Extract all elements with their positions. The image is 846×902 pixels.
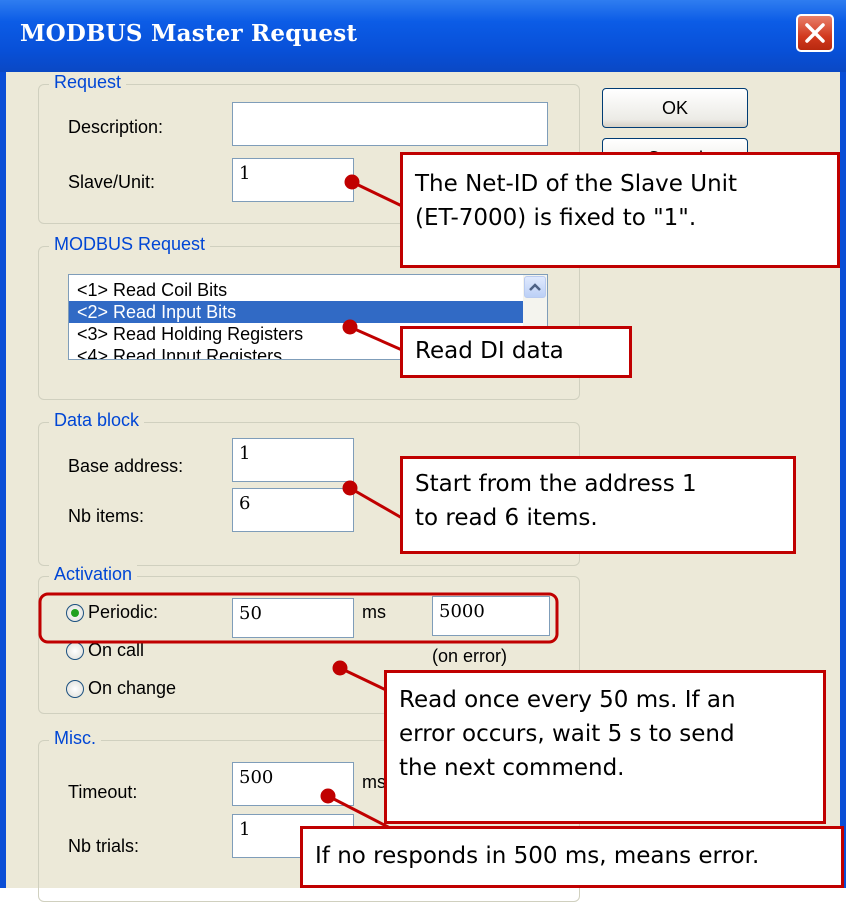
periodic-unit: ms (362, 602, 386, 622)
slave-unit-input[interactable]: 1 (232, 158, 354, 202)
timeout-label: Timeout: (68, 782, 138, 802)
on-error-label: (on error) (432, 646, 508, 666)
callout-net-id: The Net-ID of the Slave Unit (ET-7000) i… (400, 152, 840, 268)
scroll-up-button[interactable] (524, 276, 546, 298)
description-label: Description: (68, 117, 164, 137)
on-error-input[interactable]: 5000 (432, 596, 550, 636)
ok-button[interactable]: OK (602, 88, 748, 128)
base-address-label: Base address: (68, 456, 184, 476)
request-legend: Request (49, 72, 127, 93)
base-address-input[interactable]: 1 (232, 438, 354, 482)
nb-trials-label: Nb trials: (68, 836, 140, 856)
close-button[interactable] (796, 14, 834, 52)
radio-periodic-dot[interactable] (66, 603, 84, 622)
callout-net-id-line1: The Net-ID of the Slave Unit (415, 171, 738, 197)
periodic-input[interactable]: 50 (232, 598, 354, 638)
callout-period: Read once every 50 ms. If an error occur… (384, 670, 826, 824)
timeout-input[interactable]: 500 (232, 762, 354, 806)
activation-legend: Activation (49, 564, 138, 585)
data-block-legend: Data block (49, 410, 145, 431)
callout-read-di: Read DI data (400, 326, 632, 378)
radio-on-call-dot[interactable] (66, 641, 84, 660)
nb-items-label: Nb items: (68, 506, 145, 526)
callout-period-line3: the next commend. (399, 755, 625, 781)
window-title: MODBUS Master Request (20, 20, 358, 47)
ok-button-label: OK (661, 98, 688, 118)
radio-on-change-dot[interactable] (66, 679, 84, 698)
callout-period-line1: Read once every 50 ms. If an (399, 687, 736, 713)
list-item-selected[interactable]: <2> Read Input Bits (69, 301, 547, 323)
close-icon (805, 23, 825, 43)
radio-periodic[interactable]: Periodic: (66, 602, 158, 623)
slave-unit-label: Slave/Unit: (68, 172, 156, 192)
radio-on-call[interactable]: On call (66, 640, 144, 661)
nb-items-input[interactable]: 6 (232, 488, 354, 532)
callout-timeout-text: If no responds in 500 ms, means error. (315, 843, 760, 869)
callout-start-line1: Start from the address 1 (415, 471, 697, 497)
on-call-label: On call (88, 640, 145, 660)
callout-read-di-text: Read DI data (415, 338, 564, 364)
on-change-label: On change (88, 678, 177, 698)
callout-start-line2: to read 6 items. (415, 505, 598, 531)
chevron-up-icon (529, 283, 541, 291)
callout-period-line2: error occurs, wait 5 s to send (399, 721, 735, 747)
callout-timeout: If no responds in 500 ms, means error. (300, 826, 844, 888)
timeout-unit: ms (362, 772, 386, 792)
modbus-request-legend: MODBUS Request (49, 234, 211, 255)
list-item[interactable]: <1> Read Coil Bits (69, 279, 547, 301)
callout-net-id-line2: (ET-7000) is fixed to "1". (415, 205, 697, 231)
callout-start: Start from the address 1 to read 6 items… (400, 456, 796, 554)
misc-legend: Misc. (49, 728, 101, 749)
periodic-label: Periodic: (88, 602, 159, 622)
radio-on-change[interactable]: On change (66, 678, 176, 699)
title-bar[interactable]: MODBUS Master Request (0, 0, 846, 72)
description-input[interactable] (232, 102, 548, 146)
